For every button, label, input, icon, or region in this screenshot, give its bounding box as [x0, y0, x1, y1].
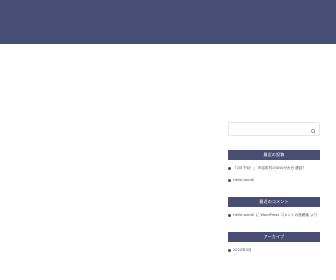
recent-comments-list: Hello world! に WordPress コメントの投稿者 より — [228, 213, 320, 218]
post-link[interactable]: Hello world! — [233, 178, 255, 183]
list-item[interactable]: Hello world! — [228, 178, 320, 183]
archive-link[interactable]: 2020年3月 — [233, 248, 252, 253]
recent-posts-list: 「2月下旬！」 市区町村のSNSが大分 遅延？ Hello world! — [228, 166, 320, 183]
bullet-icon — [228, 214, 231, 217]
list-item[interactable]: 「2月下旬！」 市区町村のSNSが大分 遅延？ — [228, 166, 320, 171]
recent-comments-title: 最近のコメント — [228, 197, 320, 207]
comment-link[interactable]: Hello world! に WordPress コメントの投稿者 より — [233, 213, 317, 218]
search-form — [228, 122, 320, 136]
site-header — [0, 0, 336, 44]
post-link[interactable]: 「2月下旬！」 市区町村のSNSが大分 遅延？ — [233, 166, 306, 171]
search-input[interactable] — [231, 124, 307, 133]
bullet-icon — [228, 179, 231, 182]
bullet-icon — [228, 167, 231, 170]
list-item[interactable]: Hello world! に WordPress コメントの投稿者 より — [228, 213, 320, 218]
bullet-icon — [228, 249, 231, 252]
archives-title: アーカイブ — [228, 232, 320, 242]
recent-posts-title: 最近の投稿 — [228, 150, 320, 160]
search-icon — [310, 122, 316, 137]
search-button[interactable] — [308, 124, 318, 134]
sidebar: 最近の投稿 「2月下旬！」 市区町村のSNSが大分 遅延？ Hello worl… — [228, 122, 320, 253]
list-item[interactable]: 2020年3月 — [228, 248, 320, 253]
archives-list: 2020年3月 — [228, 248, 320, 253]
